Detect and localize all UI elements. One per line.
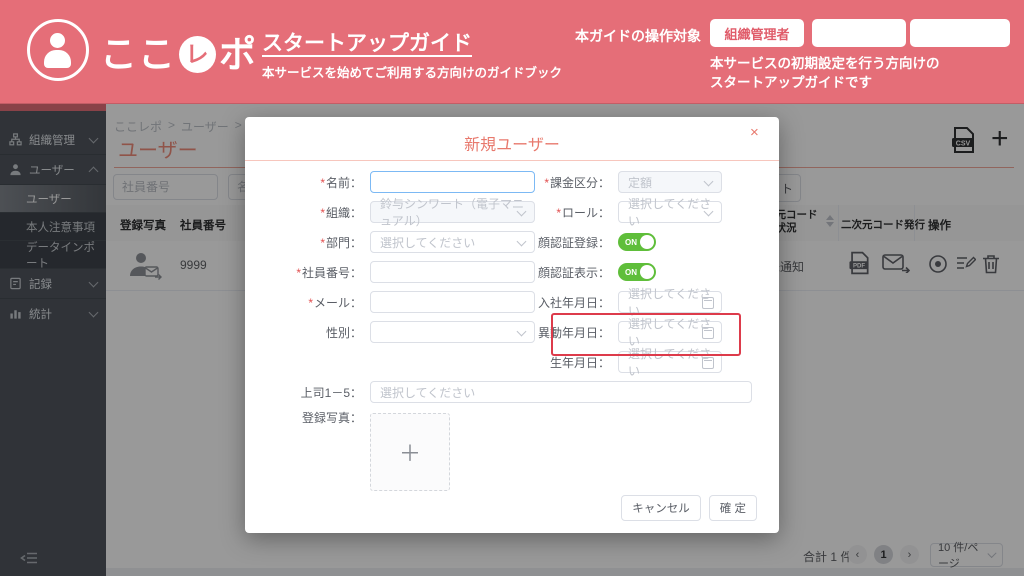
brand-mascot-head <box>50 33 65 48</box>
modal-title: 新規ユーザー <box>245 131 779 155</box>
field-label-role: *ロール： <box>522 204 610 221</box>
brand-mascot-body <box>44 50 71 68</box>
billing-select[interactable]: 定額 <box>618 171 722 193</box>
guide-audience-label: 本ガイドの操作対象 <box>575 26 701 46</box>
audience-badge-3[interactable] <box>910 19 1010 47</box>
role-select[interactable]: 選択してください <box>618 201 722 223</box>
photo-upload-box[interactable]: ＋ <box>370 413 450 491</box>
field-label-organization: *組織： <box>250 204 362 221</box>
field-label-name: *名前： <box>250 174 362 191</box>
field-label-hire-date: 入社年月日： <box>522 294 610 311</box>
cancel-button[interactable]: キャンセル <box>621 495 701 521</box>
birth-date-picker[interactable]: 選択してください <box>618 351 722 373</box>
supervisor-select[interactable]: 選択してください <box>370 381 752 403</box>
field-label-birth-date: 生年月日： <box>522 354 610 371</box>
field-label-gender: 性別： <box>250 324 362 341</box>
gender-select[interactable] <box>370 321 535 343</box>
audience-badge-2[interactable] <box>812 19 906 47</box>
brand-part2: ポ <box>219 36 257 73</box>
field-label-billing: *課金区分： <box>522 174 610 191</box>
new-user-modal: 新規ユーザー × *名前： *組織： 鈴与シンワート（電子マニュアル） *部門：… <box>245 117 779 533</box>
field-label-supervisor: 上司1－5： <box>250 384 362 401</box>
face-register-toggle[interactable]: ON <box>618 233 656 251</box>
close-icon[interactable]: × <box>750 125 759 140</box>
guide-description: 本サービスの初期設定を行う方向けの スタートアップガイドです <box>710 54 940 92</box>
field-label-photo: 登録写真： <box>250 409 362 426</box>
field-label-department: *部門： <box>250 234 362 251</box>
guide-title: スタートアップガイド <box>262 27 472 57</box>
confirm-button[interactable]: 確 定 <box>709 495 757 521</box>
employee-no-input[interactable] <box>370 261 535 283</box>
transfer-date-picker[interactable]: 選択してください <box>618 321 722 343</box>
email-input[interactable] <box>370 291 535 313</box>
name-input[interactable] <box>370 171 535 193</box>
chevron-down-icon <box>704 177 714 187</box>
field-label-employee-no: *社員番号： <box>250 264 362 281</box>
hire-date-picker[interactable]: 選択してください <box>618 291 722 313</box>
field-label-email: *メール： <box>250 294 362 311</box>
modal-divider <box>245 160 779 161</box>
calendar-icon <box>702 297 714 309</box>
audience-badge-org-admin[interactable]: 組織管理者 <box>710 19 804 47</box>
calendar-icon <box>702 357 714 369</box>
plus-icon: ＋ <box>399 436 421 468</box>
field-label-face-display: 顔認証表示： <box>522 264 610 281</box>
guide-header: ここレポ スタートアップガイド 本サービスを始めてご利用する方向けのガイドブック… <box>0 0 1024 104</box>
brand-name: ここレポ <box>100 36 257 73</box>
department-select[interactable]: 選択してください <box>370 231 535 253</box>
calendar-icon <box>702 327 714 339</box>
brand-accent-circle: レ <box>179 36 216 73</box>
organization-select[interactable]: 鈴与シンワート（電子マニュアル） <box>370 201 535 223</box>
face-display-toggle[interactable]: ON <box>618 263 656 281</box>
guide-subtitle: 本サービスを始めてご利用する方向けのガイドブック <box>262 62 562 81</box>
field-label-transfer-date: 異動年月日： <box>522 324 610 341</box>
brand-part1: ここ <box>100 36 176 73</box>
field-label-face-register: 顔認証登録： <box>522 234 610 251</box>
